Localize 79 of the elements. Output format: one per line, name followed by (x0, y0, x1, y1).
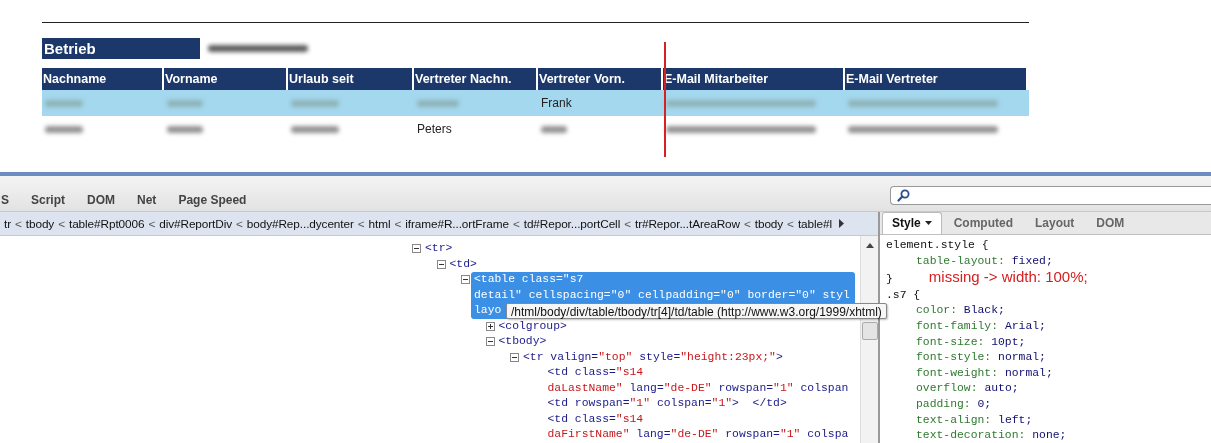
css-property: color: Black; (916, 304, 1005, 317)
breadcrumb-link[interactable]: html (368, 216, 391, 231)
css-property: table-layout: fixed; (916, 254, 1053, 267)
breadcrumb-separator: < (15, 216, 22, 231)
css-property: font-weight: normal; (916, 366, 1053, 379)
code-line: <td class="s14 (547, 411, 644, 427)
side-tab[interactable]: Style (882, 212, 942, 234)
search-field[interactable] (890, 186, 1211, 205)
breadcrumb-separator: < (148, 216, 156, 231)
code-line: <td class="s14 (547, 365, 644, 380)
column-header: Vertreter Vorn. (538, 68, 663, 90)
scroll-up-icon[interactable] (865, 243, 874, 248)
breadcrumb-separator: < (743, 216, 751, 231)
column-header: Vertreter Nachn. (414, 68, 538, 90)
breadcrumb-separator: < (512, 216, 520, 231)
code-line: <td> (449, 256, 477, 272)
code-line: <tr> (425, 241, 453, 256)
table-cell: Peters (417, 121, 452, 136)
breadcrumb-separator: < (394, 216, 402, 231)
column-header: Vorname (164, 68, 288, 90)
toggle-icon[interactable] (412, 244, 421, 253)
css-property: font-family: Arial; (916, 319, 1046, 332)
css-selector: .s7 { (886, 288, 921, 301)
breadcrumb-separator: < (624, 216, 631, 231)
breadcrumb-link[interactable]: div#ReportDiv (159, 216, 232, 231)
css-selector: element.style { (886, 239, 989, 251)
breadcrumb-link[interactable]: table#Rpt0006 (68, 216, 145, 231)
css-property: padding: 0; (916, 397, 992, 410)
side-tab[interactable]: DOM (1086, 212, 1135, 234)
breadcrumb-link[interactable]: td#Repor...portCell (523, 216, 621, 231)
toggle-icon[interactable] (485, 321, 495, 331)
column-header: Nachname (42, 68, 164, 90)
breadcrumb-link[interactable]: tbody (25, 216, 55, 231)
toggle-icon[interactable] (510, 352, 519, 362)
panel-tab[interactable]: Net (137, 193, 157, 207)
css-property: font-size: 10pt; (916, 335, 1026, 348)
tooltip: /html/body/div/table/tbody/tr[4]/td/table (http://www.w3.org/1999/xhtml) (506, 303, 887, 319)
breadcrumb-link[interactable]: tr#Repor...tAreaRow (634, 216, 740, 231)
code-line: <td rowspan="1" colspan="1"> </td> (547, 396, 787, 411)
panel-tab[interactable]: DOM (87, 193, 116, 207)
toggle-icon[interactable] (461, 275, 470, 284)
breadcrumb-link[interactable]: tbody (754, 216, 784, 231)
side-tab[interactable]: Computed (943, 212, 1023, 234)
side-tab[interactable]: Layout (1025, 212, 1085, 234)
code-line: daLastName" lang="de-DE" rowspan="1" colspan (547, 380, 849, 396)
annotation-text: missing -> width: 100%; (928, 268, 1088, 286)
code-line: <tr valign="top" style="height:23px;"> (523, 349, 783, 365)
css-property: text-decoration: none; (916, 429, 1067, 442)
scroll-right-icon[interactable] (838, 219, 844, 228)
panel-tab[interactable]: Script (31, 193, 66, 207)
search-icon (897, 189, 910, 202)
breadcrumb-separator: < (787, 216, 794, 231)
breadcrumb-separator: < (58, 216, 65, 231)
caret-icon (924, 221, 932, 225)
breadcrumb-link[interactable]: iframe#R...ortFrame (405, 216, 509, 231)
scrollbar-thumb[interactable] (861, 322, 878, 340)
closing-brace: } (886, 273, 893, 286)
toggle-icon[interactable] (436, 259, 446, 269)
breadcrumb-link[interactable]: table#l (797, 216, 832, 231)
code-line: daFirstName" lang="de-DE" rowspan="1" colspa (547, 427, 849, 442)
column-header: E-Mail Vertreter (845, 68, 1028, 90)
code-line: <tbody> (498, 334, 547, 349)
panel-tab[interactable]: S (1, 193, 9, 207)
css-property: overflow: auto; (916, 382, 1019, 395)
code-line: detail" cellspacing="0" cellpadding="0" border="0" styl (474, 287, 850, 303)
table-cell: Frank (541, 96, 572, 110)
group-label: Betrieb (42, 38, 200, 59)
css-property: text-align: left; (916, 413, 1033, 426)
code-line: <table class="s7 (474, 272, 584, 287)
code-line: <colgroup> (498, 319, 567, 334)
column-header: Urlaub seit (288, 68, 414, 90)
panel-tab[interactable]: Page Speed (178, 193, 247, 207)
breadcrumb-link[interactable]: body#Rep...dycenter (246, 216, 354, 231)
code-line: layo (474, 303, 502, 318)
css-property: font-style: normal; (916, 351, 1046, 364)
breadcrumb-link[interactable]: tr (4, 216, 11, 231)
breadcrumb-separator: < (357, 216, 365, 231)
toggle-icon[interactable] (485, 337, 495, 346)
breadcrumb-separator: < (236, 216, 243, 231)
